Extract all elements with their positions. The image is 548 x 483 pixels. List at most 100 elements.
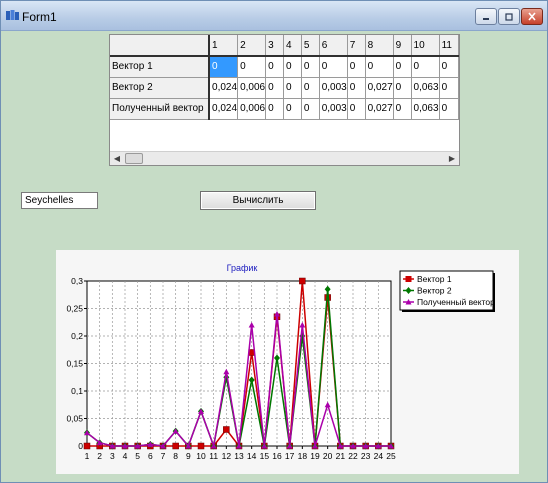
column-header: 11 [439,35,459,57]
grid-cell[interactable]: 0,027 [365,77,394,99]
x-tick-label: 3 [110,451,115,461]
x-tick-label: 2 [97,451,102,461]
grid-cell[interactable]: 0 [439,56,459,78]
x-tick-label: 9 [186,451,191,461]
grid-cell[interactable]: 0 [319,56,348,78]
grid-cell[interactable]: 0 [365,56,394,78]
series-point [299,277,306,285]
x-tick-label: 7 [161,451,166,461]
grid-cell[interactable]: 0 [393,77,412,99]
legend-label: Вектор 1 [417,274,452,284]
main-window: Form1 1 2 3 4 5 6 7 8 9 10 11 Вектор 1 0… [0,0,548,483]
chart-panel: График 0 0,05 0,1 0,15 0,2 0,25 0,3 1 2 3 4 5 6 7 8 9 10 1… [56,250,519,474]
x-tick-label: 13 [234,451,244,461]
series-point [223,426,230,433]
grid-cell[interactable]: 0,027 [365,98,394,120]
series-point [83,442,91,450]
x-tick-label: 24 [374,451,384,461]
x-tick-label: 10 [196,451,206,461]
grid-cell[interactable]: 0 [283,56,302,78]
x-tick-label: 18 [298,451,308,461]
minimize-icon [483,17,489,20]
x-tick-label: 25 [386,451,396,461]
grid-cell[interactable]: 0 [301,56,320,78]
chart-title: График [227,263,258,273]
scroll-right-icon[interactable]: ▶ [445,152,459,165]
grid-cell[interactable]: 0 [301,77,320,99]
maximize-button[interactable] [498,8,520,25]
x-tick-label: 12 [222,451,232,461]
row-header: Вектор 2 [110,77,211,99]
grid-cell[interactable]: 0 [265,98,284,120]
grid-cell[interactable]: 0 [301,98,320,120]
grid-cell[interactable]: 0 [283,77,302,99]
grid-cell[interactable]: 0 [237,56,267,78]
grid-row: Полученный вектор 0,024 0,006 0 0 0 0,00… [110,98,459,120]
grid-cell[interactable]: 0 [265,56,284,78]
grid-cell[interactable]: 0,003 [319,98,348,120]
x-tick-label: 16 [272,451,282,461]
grid-cell[interactable]: 0 [347,77,366,99]
grid-cell[interactable]: 0,006 [237,77,267,99]
y-tick-label: 0,15 [66,359,83,369]
close-icon [528,12,536,21]
grid-cell[interactable]: 0,063 [411,98,440,120]
x-tick-label: 22 [348,451,358,461]
maximize-icon [505,12,513,21]
x-tick-label: 11 [209,451,218,461]
grid-row: Вектор 2 0,024 0,006 0 0 0 0,003 0 0,027… [110,77,459,99]
calculate-button[interactable]: Вычислить [200,191,316,210]
grid-cell[interactable]: 0,024 [209,77,239,99]
x-tick-label: 21 [336,451,346,461]
legend-label: Полученный вектор [417,297,495,307]
line-chart: График00,050,10,150,20,250,31 2 3 4 5 6 7 8 9 10 1… [66,263,495,461]
column-header: 2 [237,35,267,57]
column-header: 5 [301,35,320,57]
series-point [197,442,205,450]
grid-cell[interactable]: 0,024 [209,98,239,120]
text-input[interactable]: Seychelles [21,192,98,209]
grid-cell[interactable]: 0,006 [237,98,267,120]
grid-cell[interactable]: 0 [411,56,440,78]
x-tick-label: 6 [148,451,153,461]
y-tick-label: 0,25 [66,304,83,314]
grid-cell[interactable]: 0 [347,98,366,120]
legend-swatch-marker [405,276,412,282]
horizontal-scrollbar[interactable]: ◀ ▶ [110,151,459,165]
row-header: Полученный вектор [110,98,211,120]
grid-cell[interactable]: 0 [393,98,412,120]
y-tick-label: 0,05 [66,414,83,424]
x-tick-label: 5 [135,451,140,461]
x-tick-label: 14 [247,451,257,461]
y-tick-label: 0,2 [71,331,83,341]
grid-cell[interactable]: 0 [439,77,459,99]
scroll-thumb[interactable] [125,153,143,164]
minimize-button[interactable] [475,8,497,25]
grid-cell[interactable]: 0 [347,56,366,78]
grid-row: Вектор 1 0 0 0 0 0 0 0 0 0 0 0 [110,56,459,78]
grid-cell[interactable]: 0 [265,77,284,99]
grid-corner-cell [110,35,211,57]
grid-cell[interactable]: 0 [283,98,302,120]
y-tick-label: 0,1 [71,386,83,396]
close-button[interactable] [521,8,543,25]
y-tick-label: 0 [78,441,83,451]
data-grid[interactable]: 1 2 3 4 5 6 7 8 9 10 11 Вектор 1 0 0 0 0… [109,34,460,166]
x-tick-label: 23 [361,451,371,461]
grid-cell[interactable]: 0 [439,98,459,120]
grid-cell[interactable]: 0,063 [411,77,440,99]
column-header: 7 [347,35,366,57]
grid-cell-selected[interactable]: 0 [209,56,239,78]
legend-label: Вектор 2 [417,286,452,296]
app-icon [6,10,19,20]
y-tick-label: 0,3 [71,276,83,286]
title-bar[interactable]: Form1 [1,1,547,31]
grid-cell[interactable]: 0,003 [319,77,348,99]
grid-cell[interactable]: 0 [393,56,412,78]
column-header: 3 [265,35,284,57]
x-tick-label: 8 [173,451,178,461]
column-header: 1 [209,35,239,57]
scroll-left-icon[interactable]: ◀ [110,152,124,165]
column-header: 10 [411,35,440,57]
column-header: 9 [393,35,412,57]
